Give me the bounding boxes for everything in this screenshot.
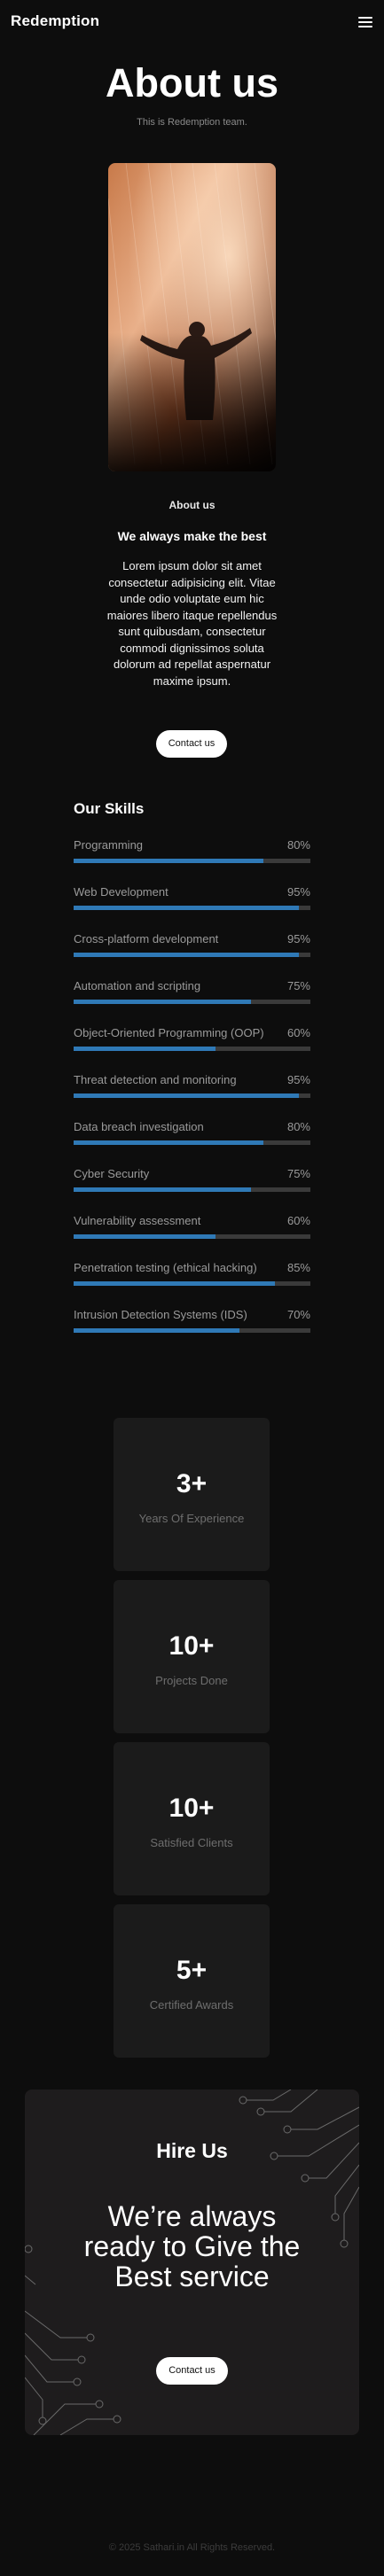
skill-row: Threat detection and monitoring 95% [74,1073,310,1120]
skill-percent: 70% [286,1308,310,1321]
skill-progress-fill [74,1234,216,1239]
stats-list: 3+ Years Of Experience 10+ Projects Done 10+… [114,1418,270,2066]
about-description: Lorem ipsum dolor sit amet consectetur a… [106,559,278,688]
skills-title: Our Skills [74,800,145,817]
skill-row: Vulnerability assessment 60% [74,1214,310,1261]
skill-name: Object-Oriented Programming (OOP) [74,1026,264,1039]
site-header: Redemption [0,0,384,46]
team-photo [108,163,276,471]
skill-progress-bar [74,1234,310,1239]
skills-list: Programming 80% Web Development 95% Cross-pl… [74,838,310,1355]
skill-progress-bar [74,1140,310,1145]
stat-card: 10+ Satisfied Clients [114,1742,270,1895]
stat-label: Years Of Experience [138,1512,245,1525]
skill-progress-fill [74,859,263,863]
skill-percent: 75% [286,1167,310,1180]
skill-progress-fill [74,1140,263,1145]
skill-progress-fill [74,1187,252,1192]
skill-progress-bar [74,859,310,863]
skill-percent: 60% [286,1214,310,1227]
skill-progress-bar [74,1093,310,1098]
contact-us-button[interactable]: Contact us [156,730,227,758]
skill-percent: 95% [286,932,310,946]
skill-name: Automation and scripting [74,979,201,992]
skill-progress-fill [74,1281,275,1286]
skill-progress-fill [74,906,299,910]
skill-progress-bar [74,1000,310,1004]
hamburger-menu-icon[interactable] [356,12,375,32]
skill-name: Vulnerability assessment [74,1214,201,1227]
page-subtitle: This is Redemption team. [137,117,247,128]
skill-percent: 95% [286,1073,310,1086]
skill-percent: 75% [286,979,310,992]
skill-row: Web Development 95% [74,885,310,932]
skill-name: Penetration testing (ethical hacking) [74,1261,257,1274]
brand-logo[interactable]: Redemption [11,12,99,30]
skill-progress-bar [74,1328,310,1333]
skill-progress-bar [74,906,310,910]
skill-row: Automation and scripting 75% [74,979,310,1026]
stat-card: 3+ Years Of Experience [114,1418,270,1571]
skill-percent: 80% [286,1120,310,1133]
skill-name: Data breach investigation [74,1120,204,1133]
stat-number: 5+ [176,1956,208,1985]
skill-row: Intrusion Detection Systems (IDS) 70% [74,1308,310,1355]
skill-row: Programming 80% [74,838,310,885]
skill-name: Intrusion Detection Systems (IDS) [74,1308,247,1321]
skill-row: Cyber Security 75% [74,1167,310,1214]
about-label: About us [168,499,216,511]
stat-number: 3+ [176,1469,208,1498]
page-title: About us [106,60,278,105]
skill-progress-bar [74,1047,310,1051]
hire-us-tagline: We’re always ready to Give the Best serv… [83,2200,301,2292]
stat-label: Certified Awards [149,1998,234,2012]
skill-row: Data breach investigation 80% [74,1120,310,1167]
skill-row: Object-Oriented Programming (OOP) 60% [74,1026,310,1073]
skill-percent: 95% [286,885,310,899]
skill-progress-fill [74,1000,252,1004]
skill-percent: 80% [286,838,310,852]
hire-contact-us-button[interactable]: Contact us [156,2357,228,2385]
skill-name: Programming [74,838,144,852]
skill-progress-fill [74,1047,216,1051]
about-heading: We always make the best [117,529,267,543]
skill-progress-fill [74,1093,299,1098]
hire-us-title: Hire Us [156,2139,228,2162]
skill-progress-bar [74,953,310,957]
skill-name: Cross-platform development [74,932,219,946]
stat-number: 10+ [168,1794,215,1823]
skill-name: Threat detection and monitoring [74,1073,237,1086]
stat-number: 10+ [168,1631,215,1661]
skill-progress-bar [74,1281,310,1286]
stat-card: 10+ Projects Done [114,1580,270,1733]
skill-percent: 85% [286,1261,310,1274]
skill-name: Cyber Security [74,1167,150,1180]
skill-progress-fill [74,953,299,957]
skill-row: Cross-platform development 95% [74,932,310,979]
skill-progress-bar [74,1187,310,1192]
skill-name: Web Development [74,885,168,899]
skill-progress-fill [74,1328,239,1333]
stat-label: Satisfied Clients [150,1836,233,1849]
skill-percent: 60% [286,1026,310,1039]
stat-label: Projects Done [155,1674,228,1687]
stat-card: 5+ Certified Awards [114,1904,270,2058]
footer-copyright: © 2025 Sathari.in All Rights Reserved. [108,2542,276,2553]
hire-us-card: Hire Us We’re always ready to Give the B… [25,2090,359,2435]
skill-row: Penetration testing (ethical hacking) 85% [74,1261,310,1308]
